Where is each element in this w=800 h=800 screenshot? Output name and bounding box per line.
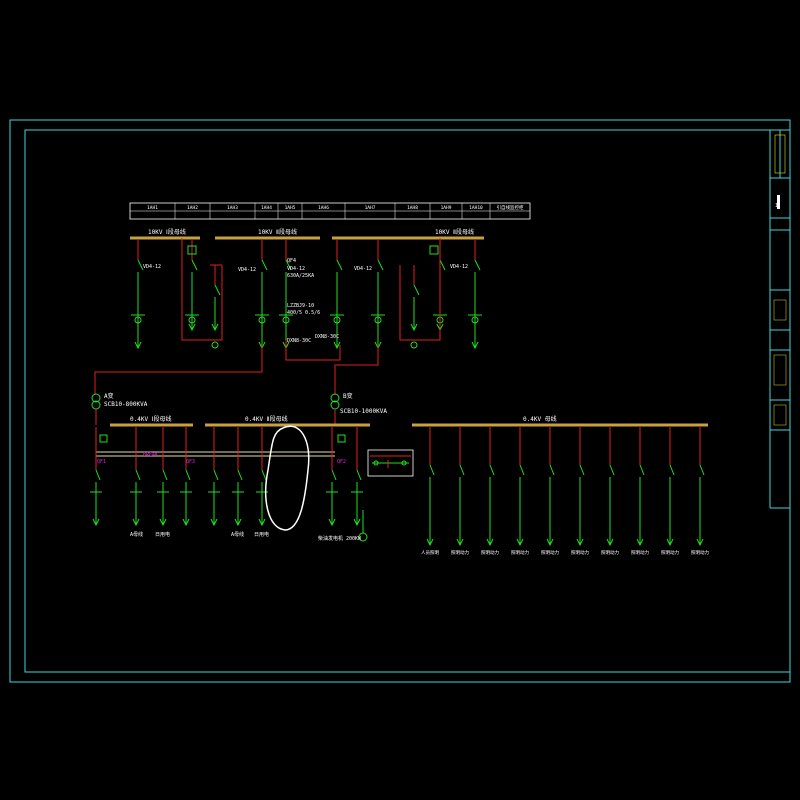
lv-bus-1: 0.4KV Ⅰ段母线 xyxy=(110,415,193,427)
cabinet-table: 1AH1 1AH2 1AH3 1AH4 1AH5 1AH6 1AH7 1AH8 1AH9 1AH1… xyxy=(129,202,531,220)
right-feeder-4: 照明动力 xyxy=(511,427,529,556)
hv-bus-center-label: 10KV Ⅱ段母线 xyxy=(258,228,297,236)
cabinet-id-8: 1AH8 xyxy=(407,205,418,211)
lv-bus-2-label: 0.4KV Ⅱ段母线 xyxy=(245,415,288,423)
right-feeder-label-4: 照明动力 xyxy=(511,549,529,556)
lv-feeder-2 xyxy=(130,427,142,527)
right-feeder-3: 照明动力 xyxy=(481,427,499,556)
right-feeder-label-1: 人员照明 xyxy=(421,550,439,556)
dxn-label-1: DXN8-30C xyxy=(287,338,311,344)
transformer-a-name: A变 xyxy=(104,392,114,400)
hv-bus-2-label: 10KV Ⅱ段母线 xyxy=(435,228,474,236)
qf4-label: QF4 xyxy=(287,258,296,264)
lv-feeder-columns xyxy=(90,427,363,527)
hv-bus-1-label: 10KV Ⅰ段母线 xyxy=(148,228,186,236)
bus-tie-box xyxy=(367,449,414,477)
lv-feeder-6 xyxy=(232,427,244,527)
right-feeder-label-8: 照明动力 xyxy=(631,549,649,556)
hv-feeder-1 xyxy=(131,240,145,350)
lv-indicator-2 xyxy=(337,434,346,443)
lv-bus-1-label: 0.4KV Ⅰ段母线 xyxy=(130,415,171,423)
qf3-mark: QF3 xyxy=(186,459,195,465)
indicator-box-2 xyxy=(429,245,439,255)
lv-feeder-4 xyxy=(180,427,192,527)
right-feeder-6: 照明动力 xyxy=(571,427,589,556)
lv-left-a-label: A母线 xyxy=(130,531,143,538)
right-feeder-2: 照明动力 xyxy=(451,427,469,556)
generator: 柴油发电机 200KW xyxy=(318,510,368,542)
cabinet-id-1: 1AH1 xyxy=(147,205,158,211)
hv-feeder-3 xyxy=(208,265,222,349)
hv-bus-section-center: 10KV Ⅱ段母线 xyxy=(215,228,320,240)
breaker-center-label: VD4-12 xyxy=(287,266,305,272)
transformer-a-model: SCB10-800KVA xyxy=(104,401,148,408)
right-feeder-label-5: 照明动力 xyxy=(541,549,559,556)
right-feeder-label-3: 照明动力 xyxy=(481,549,499,556)
right-feeder-7: 照明动力 xyxy=(601,427,619,556)
breaker-vd1-label: VD4-12 xyxy=(143,264,161,270)
right-feeder-5: 照明动力 xyxy=(541,427,559,556)
right-feeder-label-9: 照明动力 xyxy=(661,549,679,556)
lv-bus-3-label: 0.4KV 母线 xyxy=(523,415,557,423)
lv-bus-3: 0.4KV 母线 xyxy=(412,415,708,427)
breaker-center-rating: 630A/25KA xyxy=(287,273,314,279)
hv-feeder-8 xyxy=(407,265,421,349)
qf1-mark: QF1 xyxy=(97,459,106,465)
electrical-single-line-diagram: 1 1AH1 1AH2 1AH3 1AH4 1AH5 1AH6 1AH7 1AH8 1AH9 1A… xyxy=(9,119,791,683)
qf-bus-mark: BREAK xyxy=(143,452,158,458)
hv-bus-section-1: 10KV Ⅰ段母线 xyxy=(130,228,200,240)
lv-mid-a-label: A母线 xyxy=(231,531,244,538)
right-feeder-1: 人员照明 xyxy=(421,427,439,556)
drawing-name: 1 xyxy=(775,203,778,209)
transformer-b-name: B变 xyxy=(343,392,353,400)
hv-feeder-7 xyxy=(371,240,385,350)
cabinet-id-9: 1AH9 xyxy=(441,205,452,211)
qf2-mark: QF2 xyxy=(337,459,346,465)
hv-feeder-columns xyxy=(131,240,482,350)
right-feeder-group: 人员照明 照明动力 照明动力 照明动力 照明动力 照明动力 照明动力 照明动力 照明动力 照明动力 xyxy=(421,427,709,556)
breaker-vd3-label: VD4-12 xyxy=(354,266,372,272)
cabinet-id-2: 1AH2 xyxy=(187,205,198,211)
cabinet-id-3: 1AH3 xyxy=(227,205,238,211)
right-feeder-8: 照明动力 xyxy=(631,427,649,556)
hv-feeder-6 xyxy=(330,240,344,350)
hv-bus-section-2: 10KV Ⅱ段母线 xyxy=(332,228,484,240)
dxn-label-2: DXN8-30C xyxy=(315,334,339,340)
right-feeder-9: 照明动力 xyxy=(661,427,679,556)
lv-feeder-3 xyxy=(157,427,169,527)
cabinet-id-6: 1AH6 xyxy=(318,205,329,211)
lv-bus-2: 0.4KV Ⅱ段母线 xyxy=(205,415,370,427)
title-block: 1 xyxy=(769,130,790,509)
hv-feeder-4 xyxy=(255,240,269,350)
cabinet-id-4: 1AH4 xyxy=(261,205,272,211)
generator-label: 柴油发电机 200KW xyxy=(318,535,362,542)
cabinet-id-5: 1AH5 xyxy=(285,205,296,211)
lv-feeder-8 xyxy=(326,427,338,527)
right-feeder-10: 照明动力 xyxy=(691,427,709,556)
lv-indicator-1 xyxy=(99,434,108,443)
lv-mid-b-label: 日用电 xyxy=(254,531,269,538)
right-feeder-label-10: 照明动力 xyxy=(691,549,709,556)
ct-ratio: 400/5 0.5/6 xyxy=(287,310,320,316)
hv-to-transformer-wires xyxy=(94,238,441,395)
cabinet-id-7: 1AH7 xyxy=(365,205,376,211)
breaker-vd4-label: VD4-12 xyxy=(450,264,468,270)
breaker-vd2-label: VD4-12 xyxy=(238,267,256,273)
right-feeder-label-7: 照明动力 xyxy=(601,549,619,556)
lv-feeder-9 xyxy=(351,427,363,527)
revision-cloud xyxy=(265,425,310,531)
transformer-b: B变 SCB10-1000KVA xyxy=(330,392,387,425)
lv-feeder-5 xyxy=(208,427,220,527)
ct-label: LZZBJ9-10 xyxy=(287,303,314,309)
lv-left-b-label: 日用电 xyxy=(155,531,170,538)
hv-feeder-5 xyxy=(279,240,293,350)
cabinet-id-11: 引自线监控柜 xyxy=(497,204,524,211)
transformer-b-model: SCB10-1000KVA xyxy=(340,408,387,415)
right-feeder-label-2: 照明动力 xyxy=(451,549,469,556)
hv-feeder-10 xyxy=(468,240,482,350)
right-feeder-label-6: 照明动力 xyxy=(571,549,589,556)
cabinet-id-10: 1AH10 xyxy=(469,205,483,211)
